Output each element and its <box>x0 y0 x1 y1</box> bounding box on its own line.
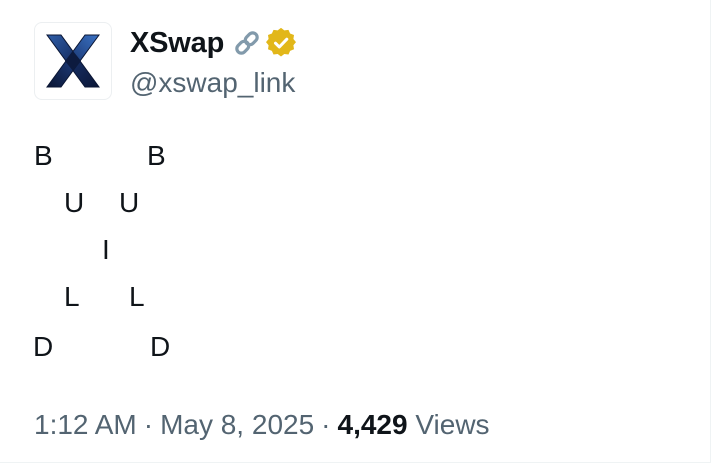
tweet-char: B <box>147 140 166 171</box>
tweet-char: L <box>129 281 145 312</box>
tweet-char: U <box>119 187 140 218</box>
tweet-char: U <box>64 187 85 218</box>
views-count: 4,429 <box>337 409 408 440</box>
tweet-char: I <box>102 234 110 265</box>
tweet-date[interactable]: May 8, 2025 <box>160 409 314 440</box>
tweet-card: XSwap @xswap_link B B U U I L L D D 1:12… <box>0 0 711 463</box>
tweet-text: B B U U I L L D D <box>0 0 712 400</box>
meta-separator: · <box>321 409 331 440</box>
tweet-char: L <box>64 281 80 312</box>
views-label: Views <box>415 409 490 440</box>
tweet-char: B <box>34 140 53 171</box>
tweet-time[interactable]: 1:12 AM <box>34 409 137 440</box>
tweet-char: D <box>33 331 54 362</box>
tweet-meta: 1:12 AM · May 8, 2025 · 4,429 Views <box>34 408 490 442</box>
meta-separator: · <box>143 409 154 440</box>
tweet-char: D <box>150 331 171 362</box>
